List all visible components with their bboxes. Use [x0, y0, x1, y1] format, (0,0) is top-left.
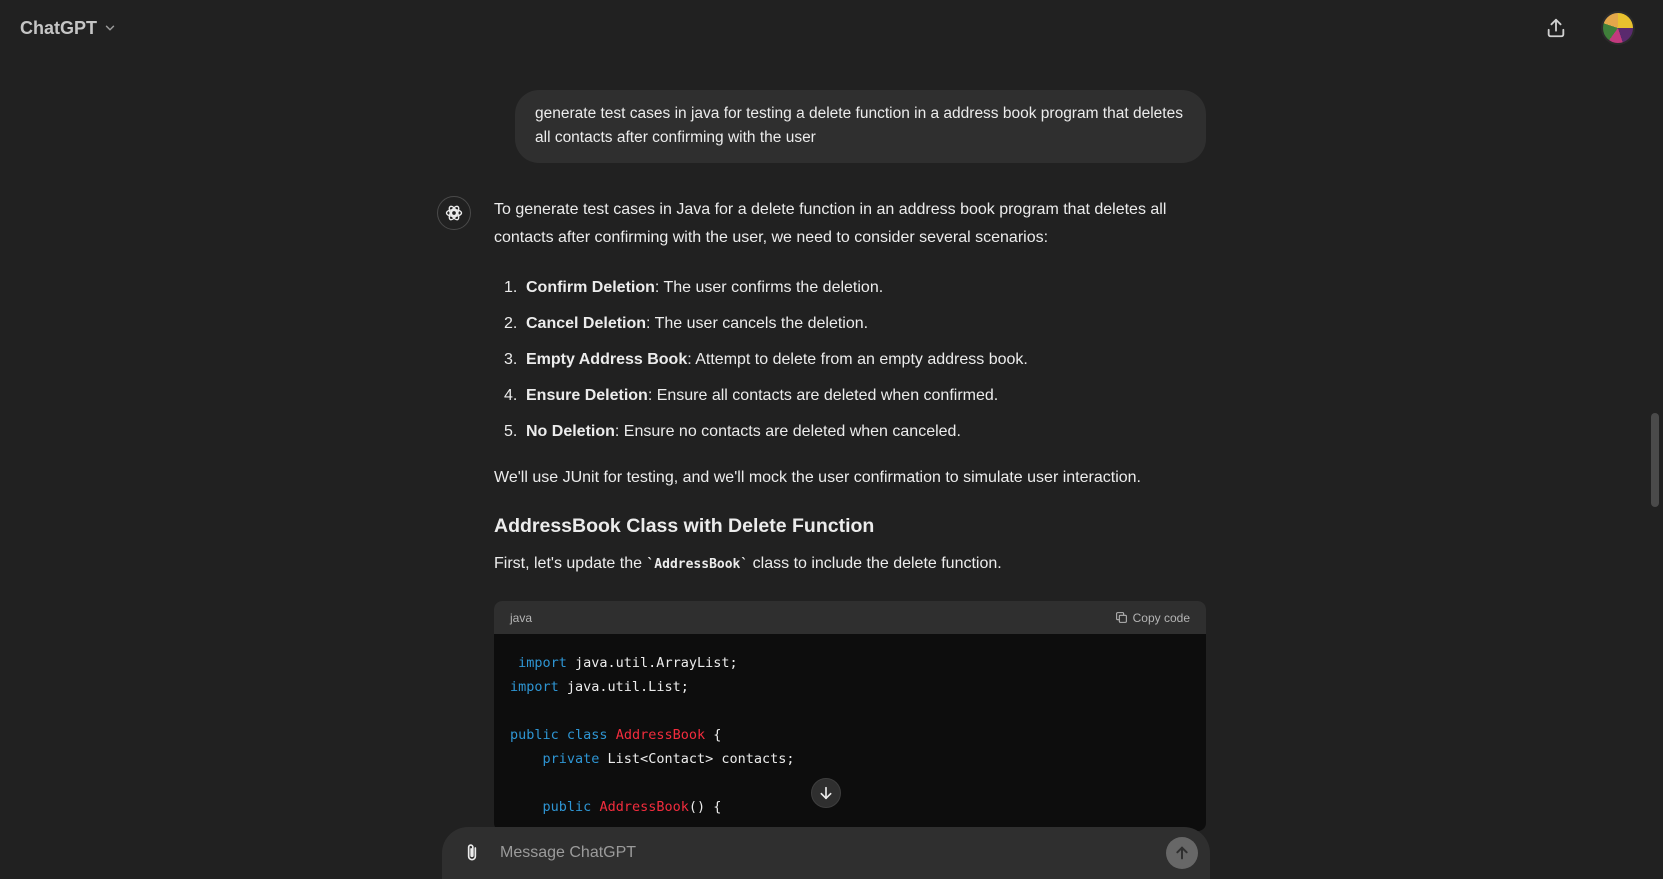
copy-code-label: Copy code — [1132, 610, 1190, 625]
scenario-list: 1. Confirm Deletion: The user confirms th… — [494, 270, 1206, 450]
openai-logo-icon — [437, 196, 471, 230]
list-item: 2. Cancel Deletion: The user cancels the … — [504, 315, 869, 332]
assistant-message: To generate test cases in Java for a del… — [494, 196, 1206, 599]
scrollbar[interactable] — [1651, 413, 1659, 507]
user-message: generate test cases in java for testing … — [515, 90, 1206, 163]
section-heading: AddressBook Class with Delete Function — [494, 515, 875, 537]
paperclip-icon — [467, 844, 477, 861]
send-button[interactable] — [1166, 837, 1198, 869]
inline-code: `AddressBook` — [646, 557, 749, 572]
code-header: java Copy code — [494, 601, 1206, 634]
junit-note: We'll use JUnit for testing, and we'll m… — [494, 469, 1141, 486]
answer-intro: To generate test cases in Java for a del… — [494, 201, 1167, 246]
copy-code-button[interactable]: Copy code — [1115, 611, 1190, 625]
message-composer — [442, 827, 1210, 879]
arrow-down-icon — [820, 786, 832, 800]
section-text: First, let's update the `AddressBook` cl… — [494, 555, 1002, 572]
list-item: 5. No Deletion: Ensure no contacts are de… — [504, 423, 961, 440]
code-block: java Copy code import java.util.ArrayLis… — [494, 601, 1206, 831]
message-input[interactable] — [500, 844, 1166, 862]
code-content: import java.util.ArrayList; import java.… — [510, 655, 795, 815]
arrow-up-icon — [1176, 846, 1188, 860]
list-item: 4. Ensure Deletion: Ensure all contacts a… — [504, 387, 999, 404]
list-item: 1. Confirm Deletion: The user confirms th… — [504, 279, 884, 296]
attach-button[interactable] — [458, 839, 486, 867]
scroll-to-bottom-button[interactable] — [811, 778, 841, 808]
code-language: java — [510, 610, 533, 625]
chat-thread: generate test cases in java for testing … — [0, 0, 1663, 879]
copy-icon — [1115, 612, 1127, 623]
list-item: 3. Empty Address Book: Attempt to delete … — [504, 351, 1028, 368]
